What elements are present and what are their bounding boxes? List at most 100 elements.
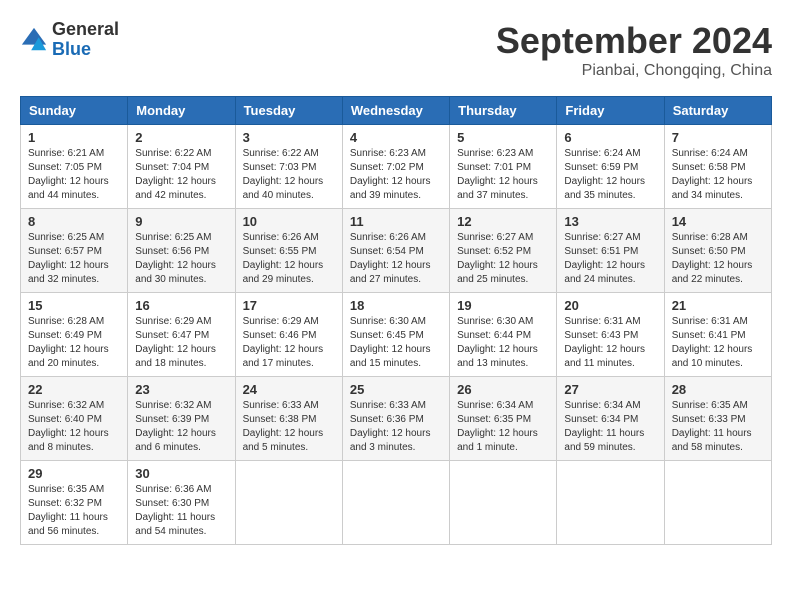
day-number: 12 bbox=[457, 214, 549, 229]
day-number: 28 bbox=[672, 382, 764, 397]
day-number: 27 bbox=[564, 382, 656, 397]
day-number: 16 bbox=[135, 298, 227, 313]
day-info: Sunrise: 6:36 AMSunset: 6:30 PMDaylight:… bbox=[135, 484, 215, 537]
table-row: 16 Sunrise: 6:29 AMSunset: 6:47 PMDayligh… bbox=[128, 293, 235, 377]
day-number: 4 bbox=[350, 130, 442, 145]
table-row: 24 Sunrise: 6:33 AMSunset: 6:38 PMDayligh… bbox=[235, 377, 342, 461]
day-number: 25 bbox=[350, 382, 442, 397]
calendar-row: 8 Sunrise: 6:25 AMSunset: 6:57 PMDaylight… bbox=[21, 209, 772, 293]
table-row bbox=[557, 461, 664, 545]
day-number: 1 bbox=[28, 130, 120, 145]
table-row: 3Sunrise: 6:22 AMSunset: 7:03 PMDaylight… bbox=[235, 125, 342, 209]
day-number: 13 bbox=[564, 214, 656, 229]
day-number: 5 bbox=[457, 130, 549, 145]
table-row: 27 Sunrise: 6:34 AMSunset: 6:34 PMDayligh… bbox=[557, 377, 664, 461]
col-saturday: Saturday bbox=[664, 97, 771, 125]
logo-text: General Blue bbox=[52, 20, 119, 60]
table-row: 15Sunrise: 6:28 AMSunset: 6:49 PMDayligh… bbox=[21, 293, 128, 377]
day-info: Sunrise: 6:23 AMSunset: 7:02 PMDaylight:… bbox=[350, 148, 431, 201]
col-friday: Friday bbox=[557, 97, 664, 125]
day-info: Sunrise: 6:26 AMSunset: 6:54 PMDaylight:… bbox=[350, 232, 431, 285]
calendar-table: Sunday Monday Tuesday Wednesday Thursday… bbox=[20, 96, 772, 545]
day-info: Sunrise: 6:23 AMSunset: 7:01 PMDaylight:… bbox=[457, 148, 538, 201]
day-info: Sunrise: 6:35 AMSunset: 6:32 PMDaylight:… bbox=[28, 484, 108, 537]
table-row: 2 Sunrise: 6:22 AMSunset: 7:04 PMDaylight… bbox=[128, 125, 235, 209]
day-number: 23 bbox=[135, 382, 227, 397]
table-row: 23Sunrise: 6:32 AMSunset: 6:39 PMDayligh… bbox=[128, 377, 235, 461]
table-row: 21 Sunrise: 6:31 AMSunset: 6:41 PMDayligh… bbox=[664, 293, 771, 377]
day-info: Sunrise: 6:31 AMSunset: 6:41 PMDaylight:… bbox=[672, 316, 753, 369]
col-tuesday: Tuesday bbox=[235, 97, 342, 125]
day-number: 30 bbox=[135, 466, 227, 481]
day-number: 11 bbox=[350, 214, 442, 229]
table-row bbox=[342, 461, 449, 545]
day-info: Sunrise: 6:35 AMSunset: 6:33 PMDaylight:… bbox=[672, 400, 752, 453]
table-row: 26Sunrise: 6:34 AMSunset: 6:35 PMDayligh… bbox=[450, 377, 557, 461]
table-row: 8 Sunrise: 6:25 AMSunset: 6:57 PMDaylight… bbox=[21, 209, 128, 293]
day-info: Sunrise: 6:25 AMSunset: 6:57 PMDaylight:… bbox=[28, 232, 109, 285]
day-info: Sunrise: 6:27 AMSunset: 6:52 PMDaylight:… bbox=[457, 232, 538, 285]
day-number: 24 bbox=[243, 382, 335, 397]
table-row: 18 Sunrise: 6:30 AMSunset: 6:45 PMDayligh… bbox=[342, 293, 449, 377]
col-thursday: Thursday bbox=[450, 97, 557, 125]
day-info: Sunrise: 6:24 AMSunset: 6:58 PMDaylight:… bbox=[672, 148, 753, 201]
day-number: 26 bbox=[457, 382, 549, 397]
col-sunday: Sunday bbox=[21, 97, 128, 125]
day-number: 7 bbox=[672, 130, 764, 145]
page-header: General Blue September 2024 Pianbai, Cho… bbox=[20, 20, 772, 80]
table-row bbox=[450, 461, 557, 545]
day-number: 18 bbox=[350, 298, 442, 313]
month-title: September 2024 bbox=[496, 20, 772, 62]
day-info: Sunrise: 6:31 AMSunset: 6:43 PMDaylight:… bbox=[564, 316, 645, 369]
calendar-row: 1 Sunrise: 6:21 AMSunset: 7:05 PMDaylight… bbox=[21, 125, 772, 209]
day-info: Sunrise: 6:29 AMSunset: 6:47 PMDaylight:… bbox=[135, 316, 216, 369]
location: Pianbai, Chongqing, China bbox=[496, 62, 772, 80]
table-row: 1 Sunrise: 6:21 AMSunset: 7:05 PMDaylight… bbox=[21, 125, 128, 209]
day-number: 19 bbox=[457, 298, 549, 313]
day-info: Sunrise: 6:30 AMSunset: 6:44 PMDaylight:… bbox=[457, 316, 538, 369]
logo-general-text: General bbox=[52, 20, 119, 40]
day-number: 17 bbox=[243, 298, 335, 313]
calendar-row: 29 Sunrise: 6:35 AMSunset: 6:32 PMDayligh… bbox=[21, 461, 772, 545]
table-row: 29 Sunrise: 6:35 AMSunset: 6:32 PMDayligh… bbox=[21, 461, 128, 545]
day-number: 10 bbox=[243, 214, 335, 229]
day-info: Sunrise: 6:21 AMSunset: 7:05 PMDaylight:… bbox=[28, 148, 109, 201]
day-info: Sunrise: 6:30 AMSunset: 6:45 PMDaylight:… bbox=[350, 316, 431, 369]
logo-icon bbox=[20, 26, 48, 54]
logo-blue-text: Blue bbox=[52, 40, 119, 60]
table-row: 22Sunrise: 6:32 AMSunset: 6:40 PMDayligh… bbox=[21, 377, 128, 461]
table-row: 14 Sunrise: 6:28 AMSunset: 6:50 PMDayligh… bbox=[664, 209, 771, 293]
day-number: 14 bbox=[672, 214, 764, 229]
day-info: Sunrise: 6:27 AMSunset: 6:51 PMDaylight:… bbox=[564, 232, 645, 285]
day-info: Sunrise: 6:33 AMSunset: 6:38 PMDaylight:… bbox=[243, 400, 324, 453]
day-number: 9 bbox=[135, 214, 227, 229]
logo: General Blue bbox=[20, 20, 119, 60]
table-row: 19 Sunrise: 6:30 AMSunset: 6:44 PMDayligh… bbox=[450, 293, 557, 377]
table-row bbox=[664, 461, 771, 545]
table-row: 11 Sunrise: 6:26 AMSunset: 6:54 PMDayligh… bbox=[342, 209, 449, 293]
table-row: 20 Sunrise: 6:31 AMSunset: 6:43 PMDayligh… bbox=[557, 293, 664, 377]
day-number: 29 bbox=[28, 466, 120, 481]
table-row: 7 Sunrise: 6:24 AMSunset: 6:58 PMDaylight… bbox=[664, 125, 771, 209]
day-info: Sunrise: 6:22 AMSunset: 7:03 PMDaylight:… bbox=[243, 148, 324, 201]
day-number: 20 bbox=[564, 298, 656, 313]
day-info: Sunrise: 6:22 AMSunset: 7:04 PMDaylight:… bbox=[135, 148, 216, 201]
calendar-row: 22Sunrise: 6:32 AMSunset: 6:40 PMDayligh… bbox=[21, 377, 772, 461]
day-info: Sunrise: 6:32 AMSunset: 6:40 PMDaylight:… bbox=[28, 400, 109, 453]
day-info: Sunrise: 6:29 AMSunset: 6:46 PMDaylight:… bbox=[243, 316, 324, 369]
day-info: Sunrise: 6:33 AMSunset: 6:36 PMDaylight:… bbox=[350, 400, 431, 453]
day-info: Sunrise: 6:34 AMSunset: 6:34 PMDaylight:… bbox=[564, 400, 644, 453]
title-block: September 2024 Pianbai, Chongqing, China bbox=[496, 20, 772, 80]
table-row: 28 Sunrise: 6:35 AMSunset: 6:33 PMDayligh… bbox=[664, 377, 771, 461]
table-row: 17 Sunrise: 6:29 AMSunset: 6:46 PMDayligh… bbox=[235, 293, 342, 377]
table-row: 30 Sunrise: 6:36 AMSunset: 6:30 PMDayligh… bbox=[128, 461, 235, 545]
table-row: 4 Sunrise: 6:23 AMSunset: 7:02 PMDaylight… bbox=[342, 125, 449, 209]
day-info: Sunrise: 6:28 AMSunset: 6:50 PMDaylight:… bbox=[672, 232, 753, 285]
calendar-header-row: Sunday Monday Tuesday Wednesday Thursday… bbox=[21, 97, 772, 125]
day-number: 2 bbox=[135, 130, 227, 145]
day-number: 21 bbox=[672, 298, 764, 313]
table-row bbox=[235, 461, 342, 545]
table-row: 13 Sunrise: 6:27 AMSunset: 6:51 PMDayligh… bbox=[557, 209, 664, 293]
day-number: 8 bbox=[28, 214, 120, 229]
col-wednesday: Wednesday bbox=[342, 97, 449, 125]
